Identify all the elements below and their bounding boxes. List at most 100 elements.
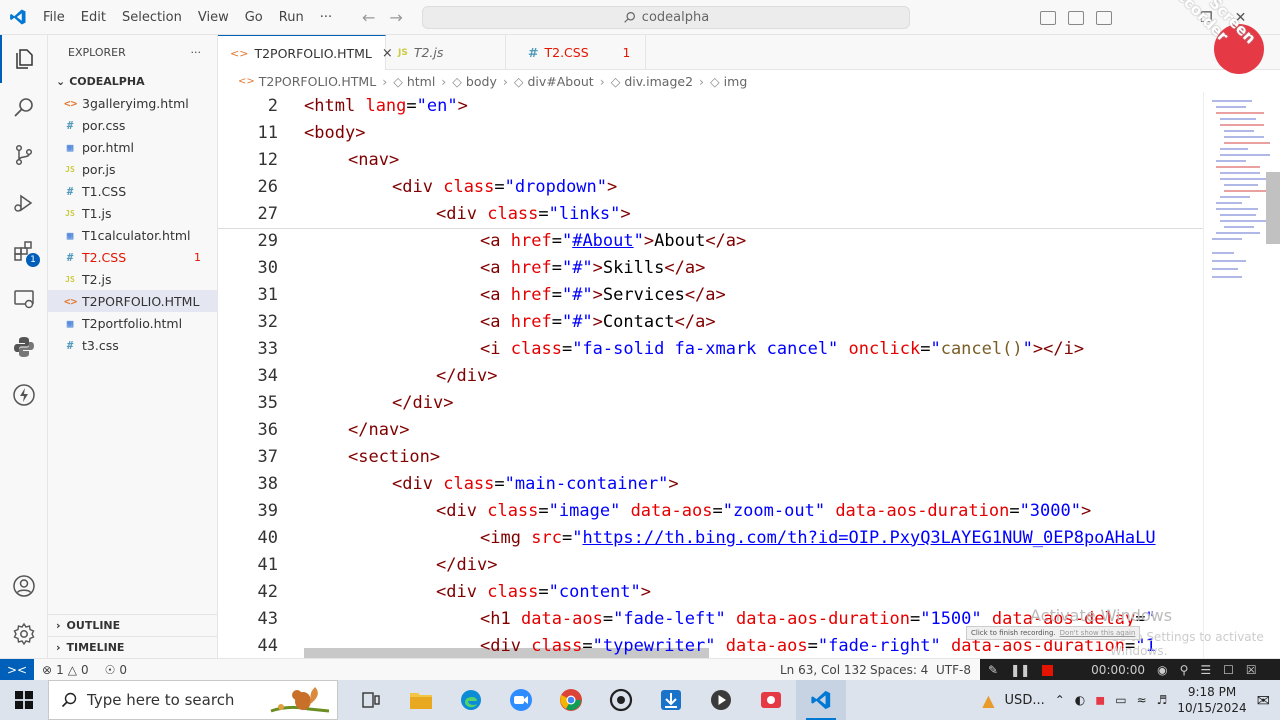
- battery-icon[interactable]: ▭: [1115, 693, 1126, 707]
- chrome-browser-icon[interactable]: [546, 680, 596, 720]
- recorder-tray-icon[interactable]: ◼: [1095, 693, 1105, 707]
- command-center-search[interactable]: codealpha: [422, 6, 910, 29]
- explorer-icon[interactable]: [0, 35, 48, 83]
- camera-icon[interactable]: ◉: [1157, 663, 1167, 677]
- back-arrow-icon[interactable]: ←: [362, 8, 375, 27]
- breadcrumb-item[interactable]: html: [407, 74, 435, 89]
- vscode-taskbar-icon[interactable]: [796, 680, 846, 720]
- breadcrumb-item[interactable]: div#About: [527, 74, 593, 89]
- menu-file[interactable]: File: [35, 10, 73, 25]
- breadcrumb-item[interactable]: body: [466, 74, 497, 89]
- tooltip-link[interactable]: Don't show this again: [1060, 629, 1136, 637]
- media-player-icon[interactable]: [696, 680, 746, 720]
- toggle-panel-icon[interactable]: [1068, 10, 1084, 25]
- code-line[interactable]: 2 <html lang="en">: [218, 92, 1203, 119]
- more-icon[interactable]: ☰: [1200, 663, 1211, 677]
- run-debug-icon[interactable]: [0, 179, 48, 227]
- code-line[interactable]: 37 <section>: [218, 443, 1203, 470]
- menu-more[interactable]: ···: [312, 10, 340, 25]
- timeline-section[interactable]: › TIMELINE: [48, 636, 218, 658]
- encoding[interactable]: UTF-8: [928, 663, 979, 677]
- edge-browser-icon[interactable]: [446, 680, 496, 720]
- forward-arrow-icon[interactable]: →: [389, 8, 402, 27]
- show-hidden-icons-icon[interactable]: ⌃: [1055, 693, 1065, 707]
- code-line[interactable]: 36 </nav>: [218, 416, 1203, 443]
- code-line[interactable]: 41 </div>: [218, 551, 1203, 578]
- source-control-icon[interactable]: [0, 131, 48, 179]
- windows-start-icon[interactable]: [0, 680, 48, 720]
- code-line[interactable]: 27 <div class="links">: [218, 200, 1203, 227]
- file-item[interactable]: JS T2.js: [48, 268, 217, 290]
- breadcrumb-item[interactable]: div.image2: [624, 74, 693, 89]
- breadcrumb-item[interactable]: T2PORFOLIO.HTML: [259, 74, 376, 89]
- tab-t2-js[interactable]: JS T2.js: [386, 35, 506, 70]
- restore-window-icon[interactable]: ❐: [1200, 10, 1213, 26]
- code-line[interactable]: 26 <div class="dropdown">: [218, 173, 1203, 200]
- file-item[interactable]: ▦ por.html: [48, 136, 217, 158]
- code-line[interactable]: 34 </div>: [218, 362, 1203, 389]
- search-view-icon[interactable]: [0, 83, 48, 131]
- notifications-icon[interactable]: ✉: [1257, 691, 1270, 710]
- menu-view[interactable]: View: [190, 10, 237, 25]
- file-item[interactable]: JS T1.js: [48, 202, 217, 224]
- taskbar-search-box[interactable]: Type here to search: [48, 680, 338, 720]
- code-editor[interactable]: 2 <html lang="en"> 11 <body> 12 <nav> 26 <div c…: [218, 92, 1203, 658]
- file-item[interactable]: <> T2PORFOLIO.HTML: [48, 290, 217, 312]
- zoom-app-icon[interactable]: [496, 680, 546, 720]
- code-line[interactable]: 40 <img src="https://th.bing.com/th?id=OI…: [218, 524, 1203, 551]
- python-icon[interactable]: [0, 323, 48, 371]
- cursor-position[interactable]: Ln 63, Col 132: [772, 663, 875, 677]
- code-line[interactable]: 42 <div class="content">: [218, 578, 1203, 605]
- extensions-icon[interactable]: 1: [0, 227, 48, 275]
- file-item[interactable]: JS por.js: [48, 158, 217, 180]
- currency-widget-icon[interactable]: ▲: [982, 691, 994, 710]
- code-line[interactable]: 31 <a href="#">Services</a>: [218, 281, 1203, 308]
- obs-icon[interactable]: [596, 680, 646, 720]
- close-recorder-icon[interactable]: ☒: [1246, 663, 1257, 677]
- code-line[interactable]: 39 <div class="image" data-aos="zoom-out"…: [218, 497, 1203, 524]
- download-app-icon[interactable]: [646, 680, 696, 720]
- currency-widget[interactable]: USD...: [1005, 693, 1045, 708]
- taskbar-clock[interactable]: 9:18 PM 10/15/2024: [1177, 684, 1246, 716]
- toggle-secondary-sidebar-icon[interactable]: [1096, 10, 1112, 25]
- toggle-sidebar-icon[interactable]: [1040, 10, 1056, 25]
- file-item[interactable]: # T2.CSS 1: [48, 246, 217, 268]
- minimap[interactable]: [1203, 92, 1280, 658]
- volume-icon[interactable]: ♬: [1157, 693, 1168, 707]
- zoom-icon[interactable]: ⚲: [1180, 663, 1189, 677]
- explorer-more-actions[interactable]: ···: [191, 46, 202, 59]
- file-item[interactable]: # t3.css: [48, 334, 217, 356]
- vertical-scrollbar[interactable]: [1266, 172, 1280, 244]
- code-line[interactable]: 29 <a href="#About">About</a>: [218, 227, 1203, 254]
- task-view-icon[interactable]: [346, 680, 396, 720]
- account-icon[interactable]: [0, 562, 48, 610]
- file-item[interactable]: # por.css: [48, 114, 217, 136]
- breadcrumb-item[interactable]: img: [724, 74, 748, 89]
- network-icon[interactable]: ◐: [1075, 693, 1085, 707]
- file-item[interactable]: ▦ T1calculator.html: [48, 224, 217, 246]
- edit-icon[interactable]: ☐: [1223, 663, 1234, 677]
- screen-recorder-app-icon[interactable]: [746, 680, 796, 720]
- problems-indicator[interactable]: ⊗ 1 △ 0: [34, 663, 97, 677]
- code-line[interactable]: 12 <nav>: [218, 146, 1203, 173]
- lightning-icon[interactable]: [0, 371, 48, 419]
- settings-gear-icon[interactable]: [0, 610, 48, 658]
- menu-edit[interactable]: Edit: [73, 10, 114, 25]
- remote-explorer-icon[interactable]: [0, 275, 48, 323]
- pen-icon[interactable]: ✎: [988, 663, 998, 677]
- file-item[interactable]: # T1.CSS: [48, 180, 217, 202]
- code-line[interactable]: 32 <a href="#">Contact</a>: [218, 308, 1203, 335]
- stop-recording-icon[interactable]: [1042, 664, 1054, 676]
- file-explorer-icon[interactable]: [396, 680, 446, 720]
- code-line[interactable]: 35 </div>: [218, 389, 1203, 416]
- wifi-icon[interactable]: ≈: [1137, 693, 1147, 707]
- outline-section[interactable]: › OUTLINE: [48, 614, 218, 636]
- tab-t2-css[interactable]: # T2.CSS 1: [506, 35, 646, 70]
- menu-selection[interactable]: Selection: [114, 10, 190, 25]
- code-line[interactable]: 33 <i class="fa-solid fa-xmark cancel" on…: [218, 335, 1203, 362]
- file-item[interactable]: ▦ T2portfolio.html: [48, 312, 217, 334]
- menu-run[interactable]: Run: [271, 10, 312, 25]
- pause-icon[interactable]: ❚❚: [1010, 663, 1030, 677]
- folder-codealpha[interactable]: ⌄ CODEALPHA: [48, 70, 217, 92]
- indentation[interactable]: Spaces: 4: [862, 663, 936, 677]
